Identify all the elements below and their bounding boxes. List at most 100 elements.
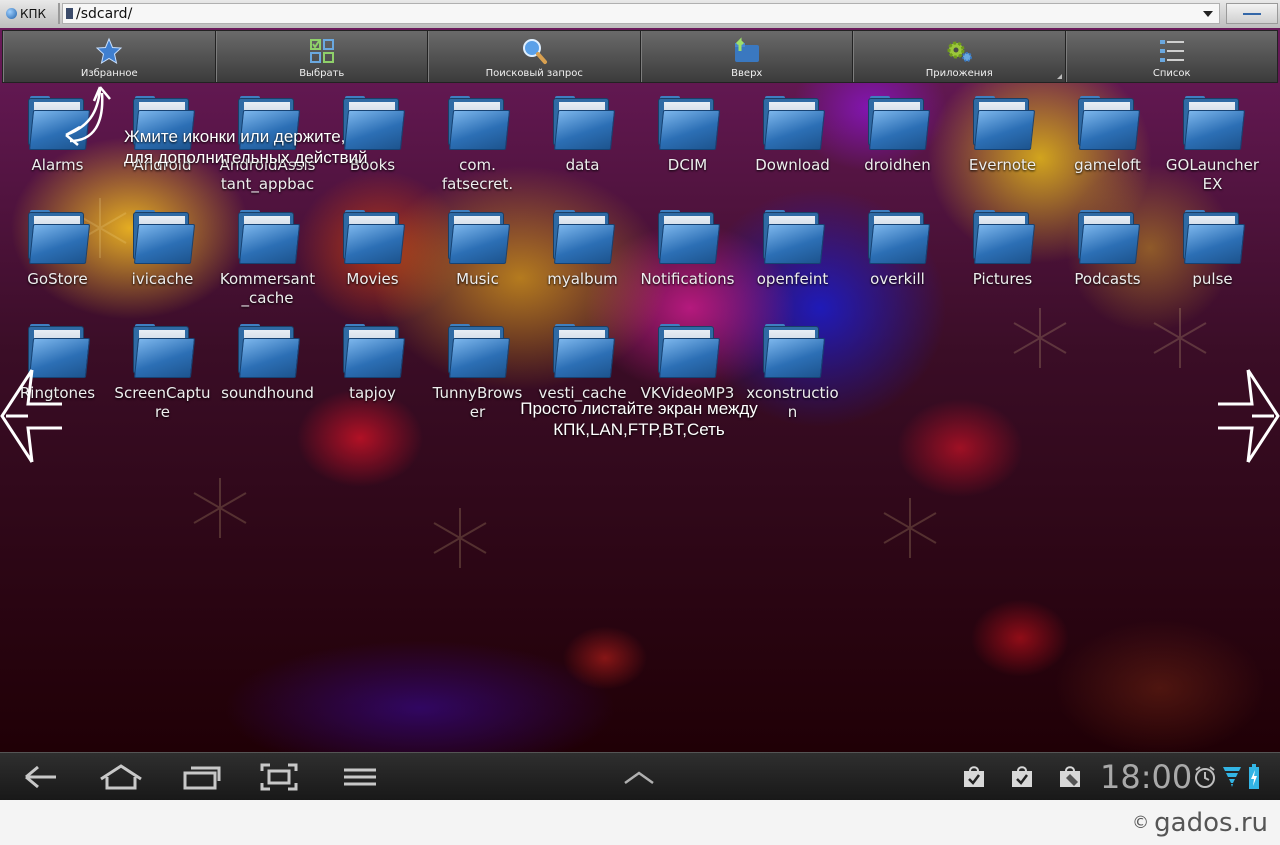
folder-item[interactable]: VKVideoMP3: [635, 324, 740, 403]
folder-name: myalbum: [547, 270, 618, 288]
minus-icon: [1243, 13, 1261, 15]
folder-icon: [27, 210, 90, 264]
chevron-up-icon[interactable]: [622, 763, 656, 791]
snowflake-decoration: [1150, 308, 1210, 368]
back-icon[interactable]: [22, 763, 58, 791]
star-icon: [96, 37, 123, 65]
list-icon: [1159, 40, 1184, 62]
folder-item[interactable]: GOLauncher EX: [1160, 96, 1265, 194]
folder-icon: [552, 210, 615, 264]
folder-icon: [552, 96, 615, 150]
folder-name: Download: [755, 156, 830, 174]
folder-item[interactable]: GoStore: [5, 210, 110, 289]
folder-icon: [552, 324, 615, 378]
folder-name: openfeint: [756, 270, 829, 288]
swipe-right-arrow-icon: [1218, 369, 1280, 463]
folder-icon: [657, 96, 720, 150]
folder-name: GOLauncher EX: [1165, 156, 1260, 193]
favorites-button[interactable]: Избранное: [3, 31, 216, 82]
folder-name: DCIM: [667, 156, 708, 174]
folder-item[interactable]: data: [530, 96, 635, 175]
folder-item[interactable]: myalbum: [530, 210, 635, 289]
folder-icon: [447, 324, 510, 378]
folder-name: Notifications: [640, 270, 735, 288]
folder-item[interactable]: ScreenCaptu re: [110, 324, 215, 422]
search-label: Поисковый запрос: [485, 68, 583, 79]
apps-button[interactable]: Приложения: [853, 31, 1066, 82]
copyright-symbol: ©: [1132, 813, 1150, 833]
recent-apps-icon[interactable]: [182, 763, 222, 791]
folder-icon: [1077, 210, 1140, 264]
folder-item[interactable]: overkill: [845, 210, 950, 289]
folder-item[interactable]: Pictures: [950, 210, 1055, 289]
gears-icon: [947, 41, 973, 62]
folder-icon: [1077, 96, 1140, 150]
folder-icon: [657, 210, 720, 264]
footer: © gados.ru: [0, 800, 1280, 845]
divider: [58, 3, 60, 24]
watermark-text: gados.ru: [1154, 808, 1268, 838]
folder-item[interactable]: ivicache: [110, 210, 215, 289]
folder-icon: [762, 210, 825, 264]
folder-name: data: [565, 156, 600, 174]
folder-item[interactable]: com. fatsecret.: [425, 96, 530, 194]
search-button[interactable]: Поисковый запрос: [428, 31, 641, 82]
path-text: /sdcard/: [76, 6, 133, 22]
select-button[interactable]: Выбрать: [215, 31, 428, 82]
alarm-icon: [1195, 766, 1215, 788]
folder-icon: [132, 210, 195, 264]
location-label: КПК: [20, 6, 47, 21]
folder-item[interactable]: Notifications: [635, 210, 740, 289]
list-view-button[interactable]: Список: [1065, 31, 1278, 82]
screenshot-icon[interactable]: [260, 763, 298, 791]
folder-item[interactable]: DCIM: [635, 96, 740, 175]
folder-name: ivicache: [131, 270, 194, 288]
hint-arrow-icon: [65, 86, 111, 146]
folder-item[interactable]: Kommersant _cache: [215, 210, 320, 308]
market-update-icon[interactable]: [962, 765, 986, 789]
folder-name: gameloft: [1074, 156, 1141, 174]
folder-item[interactable]: vesti_cache: [530, 324, 635, 403]
folder-up-button[interactable]: Вверх: [640, 31, 853, 82]
folder-up-icon: [734, 37, 759, 62]
chevron-down-icon[interactable]: [1203, 11, 1213, 17]
folder-name: Pictures: [972, 270, 1033, 288]
folder-name: com. fatsecret.: [441, 156, 514, 193]
select-icon: [309, 39, 334, 63]
folder-icon: [237, 210, 300, 264]
folder-item[interactable]: Download: [740, 96, 845, 175]
folder-item[interactable]: tapjoy: [320, 324, 425, 403]
path-field[interactable]: /sdcard/: [62, 3, 1220, 24]
menu-icon[interactable]: [344, 763, 376, 791]
battery-icon: [1249, 764, 1259, 789]
folder-item[interactable]: gameloft: [1055, 96, 1160, 175]
list-view-label: Список: [1152, 68, 1191, 79]
folder-item[interactable]: Podcasts: [1055, 210, 1160, 289]
folder-name: soundhound: [221, 384, 314, 402]
folder-item[interactable]: Evernote: [950, 96, 1055, 175]
toolbar: Избранное Выбрать Поисковый запрос Вверх…: [2, 30, 1278, 83]
folder-name: Movies: [346, 270, 399, 288]
folder-item[interactable]: Music: [425, 210, 530, 289]
watermark: © gados.ru: [1132, 808, 1268, 838]
folder-item[interactable]: openfeint: [740, 210, 845, 289]
globe-icon: [6, 8, 17, 19]
folder-item[interactable]: pulse: [1160, 210, 1265, 289]
folder-icon: [342, 210, 405, 264]
shopping-bag-icon[interactable]: [1058, 765, 1082, 789]
icons-tip: Жмите иконки или держите, для дополнител…: [124, 127, 368, 167]
minimize-button[interactable]: [1226, 3, 1278, 24]
folder-up-label: Вверх: [731, 68, 763, 79]
home-icon[interactable]: [98, 763, 144, 791]
folder-item[interactable]: droidhen: [845, 96, 950, 175]
location-button[interactable]: КПК: [2, 3, 54, 24]
folder-item[interactable]: Movies: [320, 210, 425, 289]
market-update-icon[interactable]: [1010, 765, 1034, 789]
folder-name: overkill: [870, 270, 925, 288]
clock[interactable]: 18:00: [1100, 758, 1192, 796]
snowflake-decoration: [190, 478, 250, 538]
folder-icon: [867, 210, 930, 264]
folder-icon: [447, 96, 510, 150]
folder-name: tapjoy: [349, 384, 396, 402]
folder-item[interactable]: soundhound: [215, 324, 320, 403]
